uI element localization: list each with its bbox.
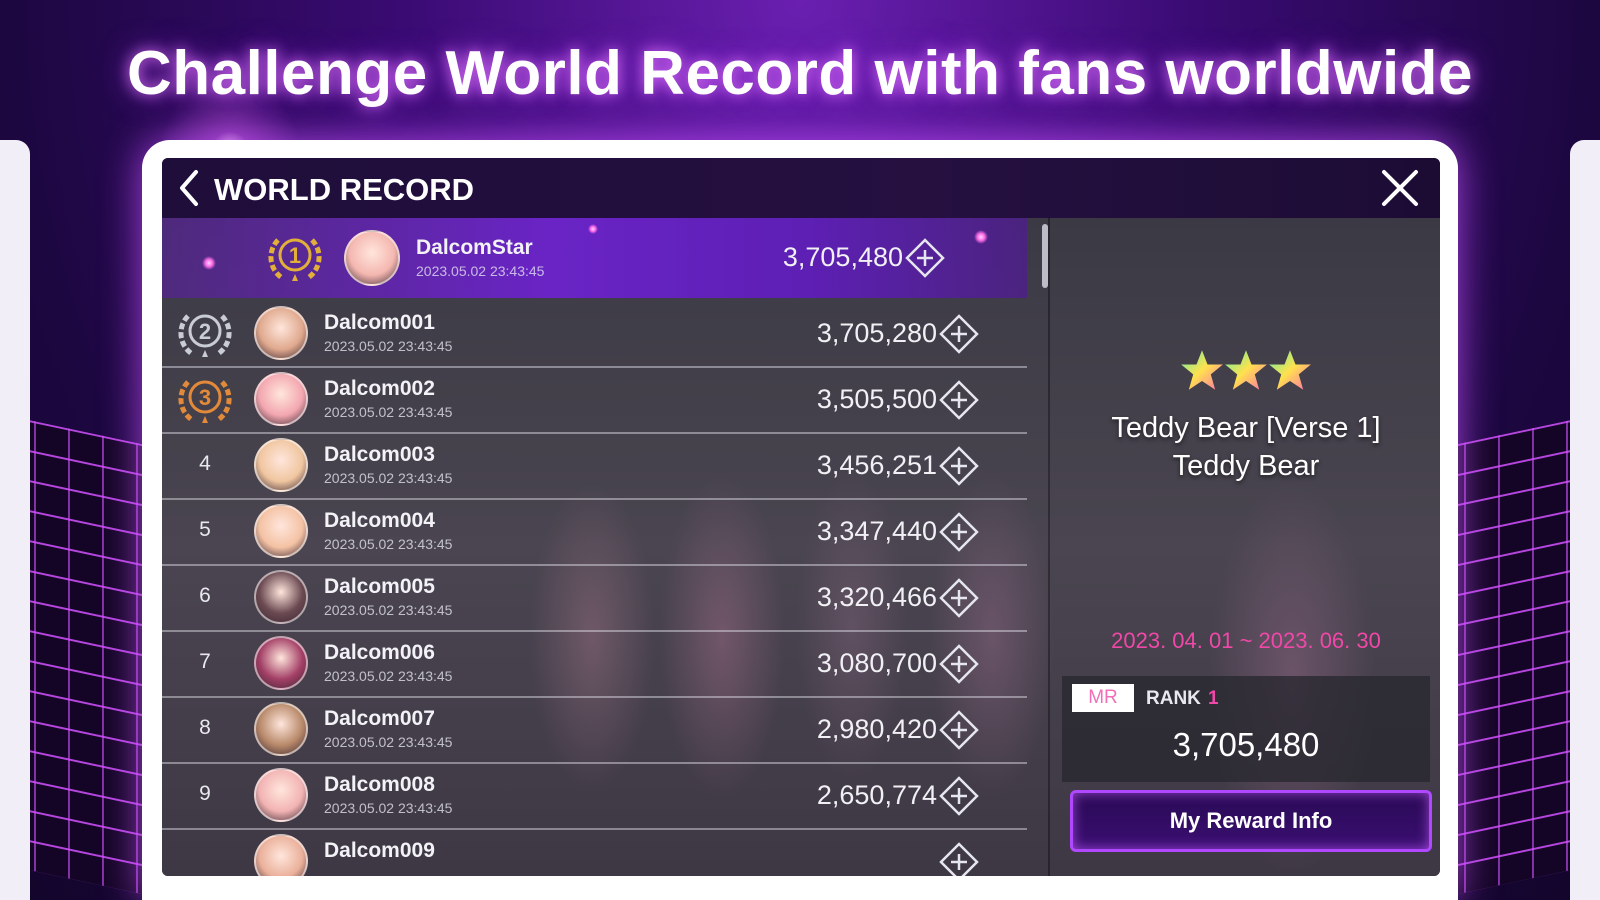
svg-text:3: 3 <box>199 385 211 410</box>
record-date: 2023.05.02 23:43:45 <box>324 800 453 816</box>
page-title: WORLD RECORD <box>214 172 475 207</box>
player-score: 2,650,774 <box>816 780 937 810</box>
ranking-row[interactable]: 4 Dalcom003 2023.05.02 23:43:45 3,456,251 <box>162 432 1027 500</box>
ranking-row[interactable]: 3 Dalcom002 2023.05.02 23:43:45 3,505,500 <box>162 366 1027 434</box>
ranking-row[interactable]: 2 Dalcom001 2023.05.02 23:43:45 3,705,280 <box>162 300 1027 368</box>
player-name: DalcomStar <box>416 236 533 259</box>
ranking-row[interactable]: 9 Dalcom008 2023.05.02 23:43:45 2,650,774 <box>162 762 1027 830</box>
svg-text:2: 2 <box>199 319 211 344</box>
laurel-medal-icon: 3 <box>174 370 236 428</box>
diamond-plus-icon[interactable] <box>939 842 979 876</box>
star-icon <box>1269 350 1311 390</box>
header-bar: WORLD RECORD <box>162 158 1440 218</box>
player-name: Dalcom003 <box>324 443 435 466</box>
player-score: 3,320,466 <box>816 582 937 612</box>
app-screen: WORLD RECORD 1 DalcomStar 2023.05.02 23:43… <box>162 158 1440 876</box>
avatar[interactable] <box>254 372 308 426</box>
star-icon <box>1181 350 1223 390</box>
star-icon <box>1225 350 1267 390</box>
rank-number: 4 <box>199 452 211 475</box>
diamond-plus-icon[interactable] <box>939 446 979 486</box>
ranking-row[interactable]: 6 Dalcom005 2023.05.02 23:43:45 3,320,466 <box>162 564 1027 632</box>
song-title: Teddy Bear [Verse 1] <box>1111 412 1381 444</box>
player-score: 3,705,280 <box>816 318 937 348</box>
sparkle <box>974 230 988 244</box>
adjacent-screenshot-edge <box>0 140 30 900</box>
diamond-plus-icon[interactable] <box>939 776 979 816</box>
avatar[interactable] <box>254 570 308 624</box>
avatar[interactable] <box>344 230 400 286</box>
rank-value: 1 <box>1208 688 1219 709</box>
player-name: Dalcom001 <box>324 311 435 334</box>
player-name: Dalcom008 <box>324 773 435 796</box>
record-date: 2023.05.02 23:43:45 <box>324 470 453 486</box>
player-name: Dalcom009 <box>324 839 435 862</box>
panel-divider <box>1048 218 1050 876</box>
rank-number: 8 <box>199 716 211 739</box>
event-period: 2023. 04. 01 ~ 2023. 06. 30 <box>1111 628 1381 653</box>
player-name: Dalcom004 <box>324 509 435 532</box>
player-name: Dalcom006 <box>324 641 435 664</box>
my-record-box: MR RANK 1 3,705,480 <box>1062 676 1430 782</box>
diamond-plus-icon[interactable] <box>905 238 945 278</box>
close-icon[interactable] <box>1378 166 1422 210</box>
my-score: 3,705,480 <box>1172 726 1320 763</box>
diamond-plus-icon[interactable] <box>939 578 979 618</box>
rank-number: 6 <box>199 584 211 607</box>
avatar[interactable] <box>254 702 308 756</box>
laurel-medal-icon: 2 <box>174 304 236 362</box>
record-date: 2023.05.02 23:43:45 <box>324 338 453 354</box>
rank-number: 9 <box>199 782 211 805</box>
avatar[interactable] <box>254 306 308 360</box>
rank-number: 7 <box>199 650 211 673</box>
rank-label: RANK <box>1146 688 1201 709</box>
ranking-row[interactable]: Dalcom009 <box>162 828 1027 876</box>
record-date: 2023.05.02 23:43:45 <box>324 602 453 618</box>
song-artist: Teddy Bear <box>1172 450 1320 482</box>
player-score: 3,505,500 <box>816 384 937 414</box>
diamond-plus-icon[interactable] <box>939 512 979 552</box>
avatar[interactable] <box>254 504 308 558</box>
ranking-row[interactable]: 8 Dalcom007 2023.05.02 23:43:45 2,980,420 <box>162 696 1027 764</box>
ranking-row[interactable]: 7 Dalcom006 2023.05.02 23:43:45 3,080,700 <box>162 630 1027 698</box>
song-info-panel: Teddy Bear [Verse 1] Teddy Bear 2023. 04… <box>1052 218 1440 876</box>
svg-text:1: 1 <box>289 243 301 268</box>
record-date: 2023.05.02 23:43:45 <box>324 536 453 552</box>
record-date: 2023.05.02 23:43:45 <box>416 263 545 279</box>
chevron-left-icon[interactable] <box>172 166 208 210</box>
avatar[interactable] <box>254 834 308 876</box>
ranking-list[interactable]: 1 DalcomStar 2023.05.02 23:43:45 3,705,480 2… <box>162 218 1042 876</box>
ranking-row[interactable]: 5 Dalcom004 2023.05.02 23:43:45 3,347,440 <box>162 498 1027 566</box>
rank-number: 5 <box>199 518 211 541</box>
avatar[interactable] <box>254 438 308 492</box>
player-name: Dalcom007 <box>324 707 435 730</box>
adjacent-screenshot-edge <box>1570 140 1600 900</box>
record-date: 2023.05.02 23:43:45 <box>324 404 453 420</box>
avatar[interactable] <box>254 636 308 690</box>
player-name: Dalcom002 <box>324 377 435 400</box>
player-score: 3,080,700 <box>816 648 937 678</box>
record-date: 2023.05.02 23:43:45 <box>324 668 453 684</box>
player-name: Dalcom005 <box>324 575 435 598</box>
promo-headline: Challenge World Record with fans worldwi… <box>126 39 1474 108</box>
record-date: 2023.05.02 23:43:45 <box>324 734 453 750</box>
my-record-badge: MR <box>1072 684 1134 712</box>
sparkle <box>588 224 598 234</box>
player-score: 3,705,480 <box>782 242 903 272</box>
player-score: 2,980,420 <box>816 714 937 744</box>
avatar[interactable] <box>254 768 308 822</box>
laurel-medal-icon: 1 <box>264 228 326 286</box>
diamond-plus-icon[interactable] <box>939 644 979 684</box>
player-score: 3,347,440 <box>816 516 937 546</box>
difficulty-stars <box>1052 348 1440 397</box>
player-score: 3,456,251 <box>816 450 937 480</box>
diamond-plus-icon[interactable] <box>939 380 979 420</box>
sparkle <box>202 256 216 270</box>
diamond-plus-icon[interactable] <box>939 314 979 354</box>
my-reward-info-button[interactable]: My Reward Info <box>1070 790 1432 852</box>
diamond-plus-icon[interactable] <box>939 710 979 750</box>
